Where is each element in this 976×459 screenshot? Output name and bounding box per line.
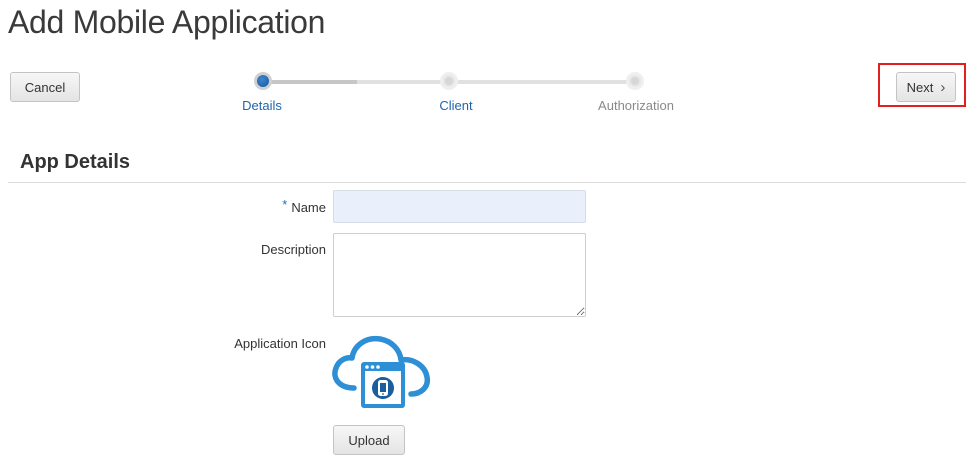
step-stop-details[interactable]: [254, 72, 272, 90]
application-icon-label: Application Icon: [234, 336, 326, 351]
cloud-mobile-app-icon: [330, 332, 432, 412]
step-label-details[interactable]: Details: [242, 98, 282, 113]
page-title: Add Mobile Application: [8, 4, 326, 40]
name-field-label: * Name: [282, 197, 326, 215]
step-label-client[interactable]: Client: [439, 98, 472, 113]
next-button[interactable]: Next ›: [896, 72, 956, 102]
next-button-label: Next: [906, 79, 934, 95]
name-label-text: Name: [291, 200, 326, 215]
upload-button[interactable]: Upload: [333, 425, 405, 455]
section-title: App Details: [20, 151, 131, 173]
description-textarea[interactable]: [333, 233, 586, 317]
train-progress: [265, 80, 357, 84]
cancel-button[interactable]: Cancel: [10, 72, 80, 102]
description-label: Description: [260, 242, 326, 257]
name-input[interactable]: [333, 190, 586, 223]
step-label-authorization: Authorization: [598, 98, 674, 113]
section-divider: [8, 182, 966, 183]
step-stop-authorization[interactable]: [626, 72, 644, 90]
chevron-right-icon: ›: [940, 78, 946, 96]
required-indicator: *: [282, 197, 288, 212]
step-stop-client[interactable]: [440, 72, 458, 90]
